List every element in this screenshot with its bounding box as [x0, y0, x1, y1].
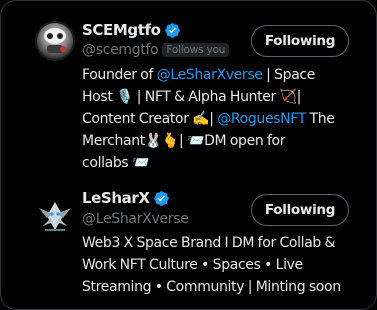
bio-line: Work NFT Culture • Spaces • Live [82, 257, 303, 273]
user-bio: Founder of @LeSharXverse | Space Host 🎙️… [82, 64, 358, 174]
user-cell[interactable]: LeSharX @LeSharXverse Following Web3 X S… [1, 173, 376, 309]
display-name[interactable]: LeSharX [82, 189, 150, 207]
following-button[interactable]: Following [251, 194, 349, 226]
follow-list-panel: SCEMgtfo @scemgtfo Follows you Following… [0, 0, 377, 310]
username[interactable]: @LeSharXverse [82, 211, 189, 227]
verified-badge-icon[interactable] [153, 190, 170, 207]
avatar[interactable] [35, 21, 75, 61]
bio-line: Content Creator ✍️| @RoguesNFT The [82, 108, 358, 130]
bio-line: Founder of @LeSharXverse | Space [82, 64, 358, 86]
mention-link[interactable]: @RoguesNFT [217, 111, 306, 127]
display-name[interactable]: SCEMgtfo [82, 21, 161, 39]
avatar-image [35, 21, 75, 61]
bio-text: | Space [262, 67, 316, 83]
user-cell[interactable]: SCEMgtfo @scemgtfo Follows you Following… [1, 1, 376, 173]
mention-link[interactable]: @LeSharXverse [157, 67, 263, 83]
name-row: LeSharX [82, 187, 170, 209]
user-bio: Web3 X Space Brand I DM for Collab & Wor… [82, 232, 358, 298]
bio-text: Founder of [82, 67, 157, 83]
bio-text: Content Creator ✍️| [82, 111, 218, 127]
handle-row: @LeSharXverse [82, 209, 189, 229]
bio-line: collabs 📨 [82, 155, 150, 171]
bio-line: Host 🎙️ | NFT & Alpha Hunter 🏹| [82, 89, 302, 105]
following-button[interactable]: Following [251, 25, 349, 57]
avatar-image [35, 196, 75, 236]
verified-badge-icon[interactable] [164, 22, 181, 39]
avatar[interactable] [35, 196, 75, 236]
bio-line: Merchant🐰🫰| 📨DM open for [82, 133, 286, 149]
follows-you-badge: Follows you [162, 43, 230, 57]
bio-line: Web3 X Space Brand I DM for Collab & [82, 235, 336, 251]
name-row: SCEMgtfo [82, 19, 181, 41]
username[interactable]: @scemgtfo [82, 42, 159, 58]
handle-row: @scemgtfo Follows you [82, 40, 230, 60]
bio-text: The [305, 111, 335, 127]
bio-line: Streaming • Community | Minting soon [82, 279, 341, 295]
